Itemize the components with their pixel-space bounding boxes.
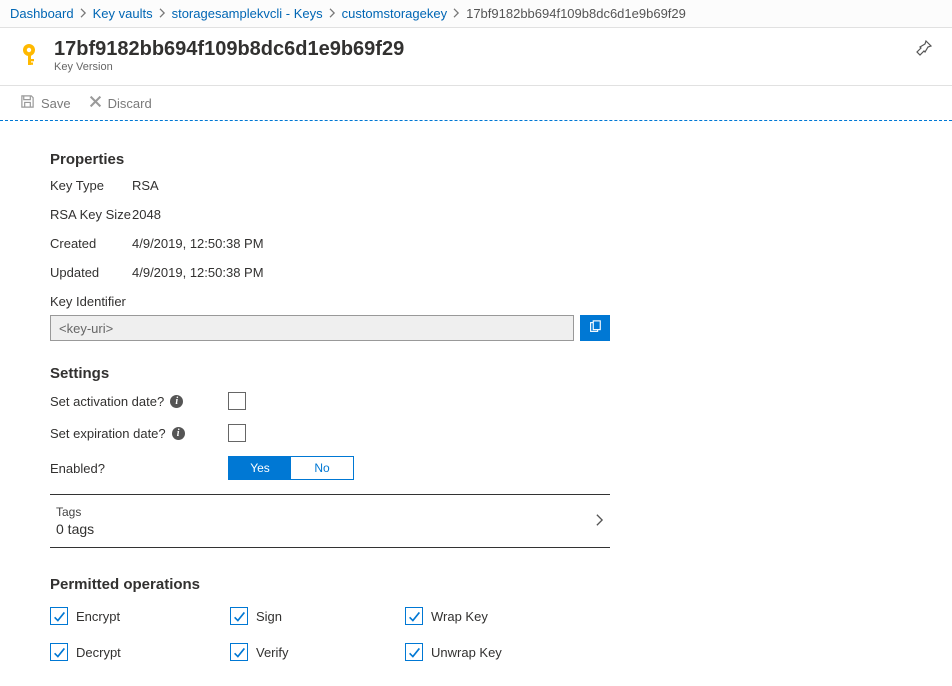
tags-label: Tags bbox=[56, 505, 94, 519]
discard-label: Discard bbox=[108, 96, 152, 111]
discard-button[interactable]: Discard bbox=[89, 95, 152, 111]
discard-icon bbox=[89, 95, 102, 111]
enabled-label: Enabled? bbox=[50, 461, 105, 476]
chevron-right-icon bbox=[329, 6, 336, 21]
key-type-label: Key Type bbox=[50, 178, 132, 193]
decrypt-label: Decrypt bbox=[76, 645, 121, 660]
content-area: Properties Key Type RSA RSA Key Size 204… bbox=[0, 121, 610, 661]
toolbar: Save Discard bbox=[0, 86, 952, 121]
created-value: 4/9/2019, 12:50:38 PM bbox=[132, 236, 264, 251]
copy-icon bbox=[588, 320, 602, 337]
page-subtitle: Key Version bbox=[54, 61, 916, 73]
created-label: Created bbox=[50, 236, 132, 251]
save-icon bbox=[20, 94, 35, 112]
operations-heading: Permitted operations bbox=[50, 576, 610, 593]
page-header: 17bf9182bb694f109b8dc6d1e9b69f29 Key Ver… bbox=[0, 28, 952, 86]
settings-heading: Settings bbox=[50, 365, 610, 382]
activation-label: Set activation date? bbox=[50, 394, 164, 409]
properties-heading: Properties bbox=[50, 151, 610, 168]
tags-count: 0 tags bbox=[56, 521, 94, 537]
key-identifier-label: Key Identifier bbox=[50, 294, 610, 309]
breadcrumb-dashboard[interactable]: Dashboard bbox=[10, 6, 74, 21]
expiration-checkbox[interactable] bbox=[228, 424, 246, 442]
updated-label: Updated bbox=[50, 265, 132, 280]
key-size-value: 2048 bbox=[132, 207, 161, 222]
unwrap-label: Unwrap Key bbox=[431, 645, 502, 660]
chevron-right-icon bbox=[80, 6, 87, 21]
unwrap-checkbox[interactable] bbox=[405, 643, 423, 661]
breadcrumb-keyname[interactable]: customstoragekey bbox=[342, 6, 448, 21]
page-title: 17bf9182bb694f109b8dc6d1e9b69f29 bbox=[54, 38, 916, 61]
enabled-no[interactable]: No bbox=[291, 457, 353, 479]
wrap-checkbox[interactable] bbox=[405, 607, 423, 625]
pin-button[interactable] bbox=[916, 38, 932, 59]
breadcrumb: Dashboard Key vaults storagesamplekvcli … bbox=[0, 0, 952, 28]
encrypt-label: Encrypt bbox=[76, 609, 120, 624]
copy-button[interactable] bbox=[580, 315, 610, 341]
encrypt-checkbox[interactable] bbox=[50, 607, 68, 625]
breadcrumb-keyvaults[interactable]: Key vaults bbox=[93, 6, 153, 21]
verify-checkbox[interactable] bbox=[230, 643, 248, 661]
tags-row[interactable]: Tags 0 tags bbox=[50, 494, 610, 548]
verify-label: Verify bbox=[256, 645, 289, 660]
key-identifier-input[interactable] bbox=[50, 315, 574, 341]
save-button[interactable]: Save bbox=[20, 94, 71, 112]
info-icon[interactable]: i bbox=[172, 427, 185, 440]
save-label: Save bbox=[41, 96, 71, 111]
chevron-right-icon bbox=[595, 513, 604, 530]
key-icon bbox=[20, 42, 44, 69]
chevron-right-icon bbox=[159, 6, 166, 21]
sign-label: Sign bbox=[256, 609, 282, 624]
wrap-label: Wrap Key bbox=[431, 609, 488, 624]
sign-checkbox[interactable] bbox=[230, 607, 248, 625]
expiration-label: Set expiration date? bbox=[50, 426, 166, 441]
updated-value: 4/9/2019, 12:50:38 PM bbox=[132, 265, 264, 280]
key-type-value: RSA bbox=[132, 178, 159, 193]
info-icon[interactable]: i bbox=[170, 395, 183, 408]
key-size-label: RSA Key Size bbox=[50, 207, 132, 222]
breadcrumb-vault-keys[interactable]: storagesamplekvcli - Keys bbox=[172, 6, 323, 21]
enabled-toggle[interactable]: Yes No bbox=[228, 456, 354, 480]
chevron-right-icon bbox=[453, 6, 460, 21]
breadcrumb-current: 17bf9182bb694f109b8dc6d1e9b69f29 bbox=[466, 6, 686, 21]
activation-checkbox[interactable] bbox=[228, 392, 246, 410]
enabled-yes[interactable]: Yes bbox=[229, 457, 291, 479]
decrypt-checkbox[interactable] bbox=[50, 643, 68, 661]
